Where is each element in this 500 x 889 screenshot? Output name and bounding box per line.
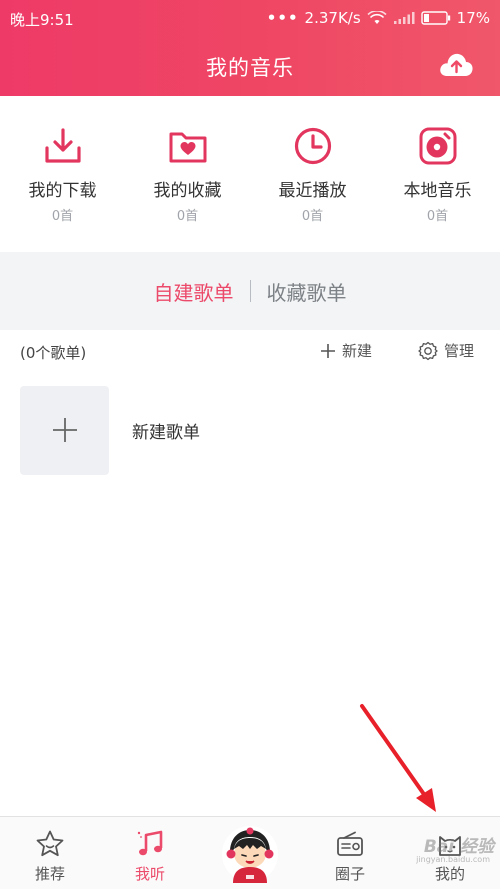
- nav-item-circle[interactable]: 圈子: [300, 817, 400, 889]
- new-label: 新建: [342, 342, 373, 360]
- battery-percent: 17%: [456, 9, 490, 27]
- quick-item-label: 我的收藏: [153, 181, 222, 201]
- watermark: Bai 经验: [423, 837, 494, 857]
- quick-item-recent[interactable]: 最近播放 0首: [250, 96, 375, 226]
- new-playlist-label: 新建歌单: [132, 422, 200, 443]
- gear-icon: [418, 341, 438, 360]
- new-playlist-item[interactable]: 新建歌单: [20, 385, 480, 475]
- status-bar: 晚上9:51 ••• 2.37K/s 17%: [0, 0, 500, 34]
- watermark-url: jingyan.baidu.com: [416, 855, 490, 864]
- wifi-icon: [367, 11, 387, 25]
- status-time: 晚上9:51: [10, 11, 74, 29]
- tab-favorited[interactable]: 收藏歌单: [251, 277, 363, 306]
- playlist-tabs: 自建歌单 收藏歌单: [0, 252, 500, 330]
- nav-item-center[interactable]: [200, 817, 300, 889]
- page-title: 我的音乐: [206, 56, 294, 80]
- radio-icon: [337, 831, 363, 856]
- new-playlist-thumbnail: [20, 385, 109, 475]
- nav-label: 我听: [134, 865, 165, 883]
- playlist-count: (0个歌单): [20, 344, 87, 362]
- nav-item-recommend[interactable]: 推荐: [0, 817, 100, 889]
- status-indicators: ••• 2.37K/s 17%: [267, 9, 490, 27]
- battery-icon: [420, 11, 451, 25]
- quick-item-label: 我的下载: [28, 181, 97, 201]
- notification-dots: •••: [266, 9, 299, 27]
- quick-item-local[interactable]: 本地音乐 0首: [375, 96, 500, 226]
- quick-item-label: 最近播放: [278, 181, 347, 201]
- clock-icon: [294, 127, 331, 165]
- vinyl-icon: [419, 127, 456, 165]
- nav-label: 我的: [434, 865, 465, 883]
- star-icon: [36, 830, 64, 857]
- quick-item-count: 0首: [426, 209, 449, 224]
- manage-button[interactable]: 管理: [418, 340, 474, 361]
- plus-icon: [321, 343, 335, 358]
- quick-item-count: 0首: [51, 209, 74, 224]
- tab-self-created[interactable]: 自建歌单: [138, 277, 250, 306]
- cloud-upload-icon[interactable]: [438, 50, 474, 80]
- quick-access-grid: 我的下载 0首 我的收藏 0首 最近播放 0首 本地音乐 0首: [0, 96, 500, 226]
- nav-label: 圈子: [334, 865, 365, 883]
- quick-item-count: 0首: [176, 209, 199, 224]
- quick-item-count: 0首: [301, 209, 324, 224]
- annotation-arrow-icon: [360, 704, 436, 812]
- download-icon: [44, 128, 81, 163]
- new-playlist-button[interactable]: 新建: [320, 340, 372, 361]
- quick-item-favorites[interactable]: 我的收藏 0首: [125, 96, 250, 226]
- quick-item-downloads[interactable]: 我的下载 0首: [0, 96, 125, 226]
- favorite-folder-icon: [169, 132, 206, 163]
- network-speed: 2.37K/s: [304, 9, 361, 27]
- signal-icon: [393, 11, 415, 25]
- nav-label: 推荐: [34, 865, 65, 883]
- app-header: 晚上9:51 ••• 2.37K/s 17% 我的音乐: [0, 0, 500, 96]
- nav-item-listen[interactable]: 我听: [100, 817, 200, 889]
- music-note-icon: [137, 830, 163, 856]
- plus-icon: [52, 418, 77, 442]
- playlist-toolbar: (0个歌单) 新建 管理: [0, 330, 500, 374]
- avatar-icon: [222, 826, 278, 883]
- quick-item-label: 本地音乐: [403, 181, 472, 201]
- manage-label: 管理: [444, 342, 475, 360]
